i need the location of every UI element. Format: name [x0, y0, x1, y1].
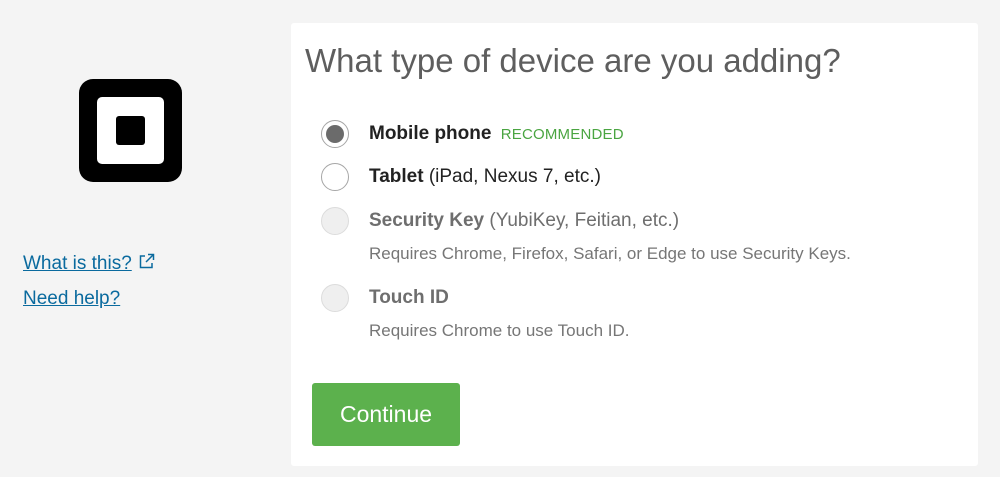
option-label: Mobile phone RECOMMENDED — [369, 123, 624, 146]
option-label: Tablet (iPad, Nexus 7, etc.) — [369, 166, 601, 188]
logo-core-square — [116, 116, 145, 145]
option-name: Mobile phone — [369, 123, 492, 144]
option-label: Touch ID — [369, 287, 449, 309]
need-help-link[interactable]: Need help? — [23, 288, 155, 310]
device-type-card: What type of device are you adding? Mobi… — [291, 23, 978, 466]
recommended-badge: RECOMMENDED — [500, 126, 624, 143]
option-name: Tablet — [369, 166, 424, 187]
radio-security-key — [321, 207, 349, 235]
side-links: What is this? Need help? — [23, 253, 155, 310]
option-help-text: Requires Chrome, Firefox, Safari, or Edg… — [369, 244, 851, 263]
option-help-text: Requires Chrome to use Touch ID. — [369, 321, 630, 340]
external-link-icon — [138, 253, 155, 276]
continue-button[interactable]: Continue — [312, 383, 460, 446]
option-details: (YubiKey, Feitian, etc.) — [489, 210, 680, 231]
square-logo-icon — [79, 79, 182, 182]
option-label: Security Key (YubiKey, Feitian, etc.) — [369, 210, 679, 232]
option-name: Touch ID — [369, 287, 449, 308]
radio-mobile-phone[interactable] — [321, 120, 349, 148]
option-details: (iPad, Nexus 7, etc.) — [428, 166, 601, 187]
option-name: Security Key — [369, 210, 485, 231]
radio-touch-id — [321, 284, 349, 312]
what-is-this-link[interactable]: What is this? — [23, 253, 155, 276]
radio-selected-dot — [326, 125, 344, 143]
what-is-this-label: What is this? — [23, 253, 132, 274]
radio-tablet[interactable] — [321, 163, 349, 191]
page-title: What type of device are you adding? — [305, 42, 841, 79]
